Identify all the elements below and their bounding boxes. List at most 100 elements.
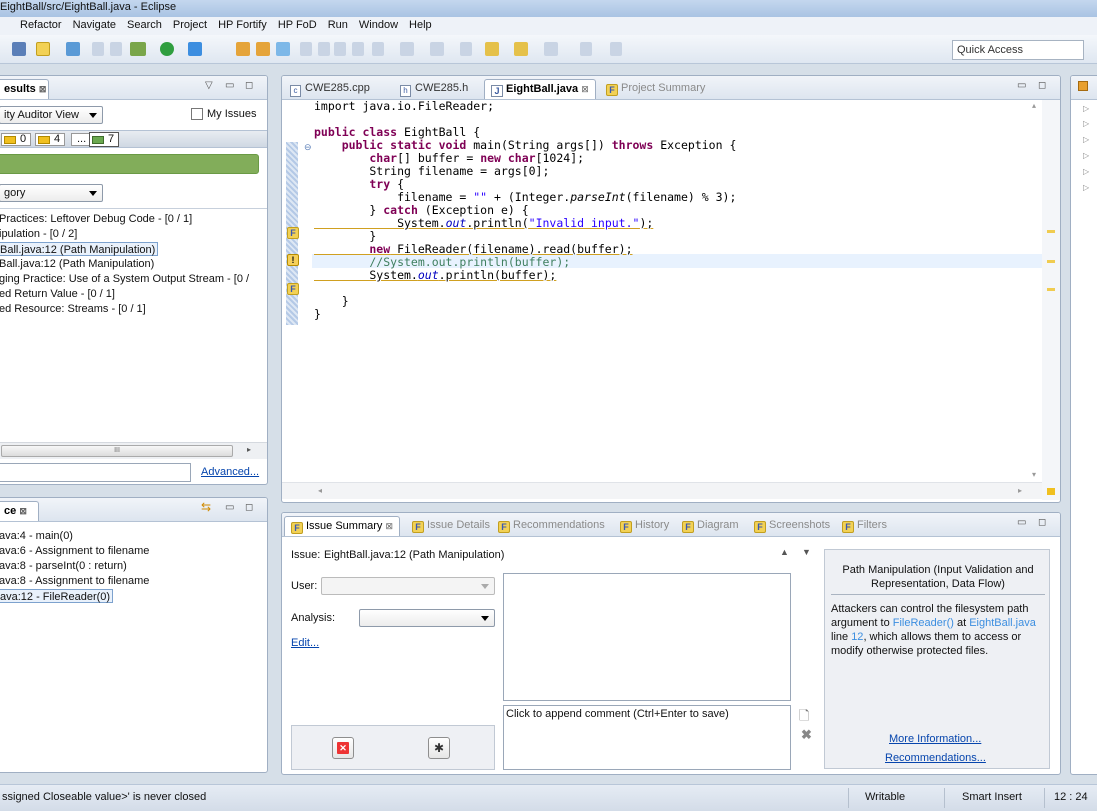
- delete-comment-icon[interactable]: ✖: [801, 727, 812, 743]
- binary-icon[interactable]: [12, 42, 26, 56]
- code-line[interactable]: import java.io.FileReader;: [314, 100, 494, 113]
- brush-icon[interactable]: [276, 42, 290, 56]
- more-information-link[interactable]: More Information...: [889, 733, 981, 745]
- tab-eightball-java[interactable]: J EightBall.java ⊠: [484, 79, 596, 99]
- advanced-link[interactable]: Advanced...: [201, 466, 259, 478]
- count-low[interactable]: 7: [89, 132, 120, 147]
- view-menu-icon[interactable]: ▽: [205, 80, 213, 91]
- menu-hp-fortify[interactable]: HP Fortify: [218, 17, 267, 31]
- back-icon[interactable]: [485, 42, 499, 56]
- scroll-right-icon[interactable]: ▸: [1018, 486, 1022, 495]
- scroll-down-icon[interactable]: ▾: [1032, 470, 1036, 479]
- pin-icon[interactable]: [300, 42, 312, 56]
- overview-marker[interactable]: [1047, 260, 1055, 263]
- quick-access-input[interactable]: Quick Access: [952, 40, 1084, 60]
- close-icon[interactable]: ⊠: [581, 84, 589, 94]
- tab-cwe285-cpp[interactable]: c CWE285.cpp: [284, 79, 376, 99]
- overview-marker[interactable]: [1047, 288, 1055, 291]
- arrow-right-icon[interactable]: [544, 42, 558, 56]
- filereader-link[interactable]: FileReader(): [893, 617, 954, 629]
- menu-refactor[interactable]: Refactor: [20, 17, 62, 31]
- tree-item[interactable]: ipulation - [0 / 2]: [0, 227, 77, 241]
- close-icon[interactable]: ⊠: [39, 84, 47, 94]
- minimize-icon[interactable]: ▭: [1017, 517, 1026, 528]
- group-by-select[interactable]: gory: [0, 184, 103, 202]
- scroll-left-icon[interactable]: ◂: [318, 486, 322, 495]
- tab-results[interactable]: esults ⊠: [0, 79, 49, 99]
- count-critical[interactable]: 0: [1, 133, 32, 146]
- annotation-prev-icon[interactable]: [430, 42, 444, 56]
- tree-item[interactable]: ging Practice: Use of a System Output St…: [0, 272, 249, 286]
- line-link[interactable]: 12: [851, 631, 863, 643]
- maximize-icon[interactable]: ◻: [245, 80, 253, 91]
- next-issue-icon[interactable]: ▼: [802, 547, 811, 557]
- open-type-icon[interactable]: [236, 42, 250, 56]
- tab-recommendations[interactable]: F Recommendations: [492, 516, 611, 536]
- annotation-next-icon[interactable]: [400, 42, 414, 56]
- outline-icon[interactable]: [1078, 81, 1088, 91]
- tree-item[interactable]: ed Return Value - [0 / 1]: [0, 287, 115, 301]
- overview-marker[interactable]: [1047, 488, 1055, 495]
- redo-icon[interactable]: [110, 42, 122, 56]
- my-issues-checkbox[interactable]: [191, 108, 203, 120]
- toggle-icon[interactable]: [318, 42, 330, 56]
- undo-icon[interactable]: [92, 42, 104, 56]
- pin-editor-icon[interactable]: [610, 42, 622, 56]
- menu-run[interactable]: Run: [328, 17, 348, 31]
- user-select[interactable]: [321, 577, 495, 595]
- menu-search[interactable]: Search: [127, 17, 162, 31]
- scroll-right-icon[interactable]: ▸: [247, 445, 251, 454]
- tree-expand-icon[interactable]: ▷: [1083, 104, 1089, 113]
- count-high[interactable]: 4: [35, 133, 66, 146]
- hierarchy-icon[interactable]: [334, 42, 346, 56]
- filter-input[interactable]: [0, 463, 191, 482]
- trace-item-selected[interactable]: ava:12 - FileReader(0): [0, 589, 114, 603]
- fortify-icon[interactable]: [36, 42, 50, 56]
- maximize-icon[interactable]: ◻: [1038, 80, 1046, 91]
- scan-icon[interactable]: [66, 42, 80, 56]
- trace-item[interactable]: ava:8 - parseInt(0 : return): [0, 559, 127, 573]
- back-nav-icon[interactable]: [460, 42, 472, 56]
- tab-project-summary[interactable]: F Project Summary: [600, 79, 711, 99]
- tab-issue-summary[interactable]: F Issue Summary ⊠: [284, 516, 401, 536]
- comment-input[interactable]: Click to append comment (Ctrl+Enter to s…: [503, 705, 791, 770]
- code-area[interactable]: import java.io.FileReader; public class E…: [282, 98, 1042, 478]
- minimize-icon[interactable]: ▭: [225, 80, 234, 91]
- tree-expand-icon[interactable]: ▷: [1083, 151, 1089, 160]
- sync-icon[interactable]: ⇆: [201, 500, 211, 514]
- tree-expand-icon[interactable]: ▷: [1083, 119, 1089, 128]
- code-line[interactable]: }: [314, 308, 321, 321]
- external-tools-icon[interactable]: [188, 42, 202, 56]
- maximize-icon[interactable]: ◻: [245, 502, 253, 513]
- close-icon[interactable]: ⊠: [385, 521, 393, 531]
- tab-screenshots[interactable]: F Screenshots: [748, 516, 836, 536]
- file-link[interactable]: EightBall.java: [969, 617, 1036, 629]
- bug-submit-button[interactable]: ✱: [428, 737, 450, 759]
- auditor-view-select[interactable]: ity Auditor View: [0, 106, 103, 124]
- maximize-icon[interactable]: ◻: [1038, 517, 1046, 528]
- minimize-icon[interactable]: ▭: [225, 502, 234, 513]
- split-icon[interactable]: [372, 42, 384, 56]
- previous-issue-icon[interactable]: ▲: [780, 547, 789, 557]
- tab-cwe285-h[interactable]: h CWE285.h: [394, 79, 474, 99]
- menu-navigate[interactable]: Navigate: [73, 17, 116, 31]
- tab-issue-details[interactable]: F Issue Details: [406, 516, 496, 536]
- extra-icon[interactable]: [580, 42, 592, 56]
- editor-horizontal-scrollbar[interactable]: ◂ ▸: [282, 482, 1042, 499]
- tab-filters[interactable]: F Filters: [836, 516, 893, 536]
- overview-marker[interactable]: [1047, 230, 1055, 233]
- menu-window[interactable]: Window: [359, 17, 398, 31]
- tab-history[interactable]: F History: [614, 516, 675, 536]
- suppress-button[interactable]: ✕: [332, 737, 354, 759]
- add-comment-icon[interactable]: 🗋: [799, 707, 809, 729]
- debug-icon[interactable]: [130, 42, 146, 56]
- tree-expand-icon[interactable]: ▷: [1083, 183, 1089, 192]
- tree-item[interactable]: ed Resource: Streams - [0 / 1]: [0, 302, 146, 316]
- trace-item[interactable]: ava:6 - Assignment to filename: [0, 544, 149, 558]
- code-line[interactable]: System.out.println(buffer);: [314, 269, 556, 282]
- menu-help[interactable]: Help: [409, 17, 432, 31]
- forward-icon[interactable]: [514, 42, 528, 56]
- edit-link[interactable]: Edit...: [291, 637, 319, 649]
- horizontal-scrollbar[interactable]: III ▸: [0, 442, 267, 459]
- trace-item[interactable]: ava:8 - Assignment to filename: [0, 574, 149, 588]
